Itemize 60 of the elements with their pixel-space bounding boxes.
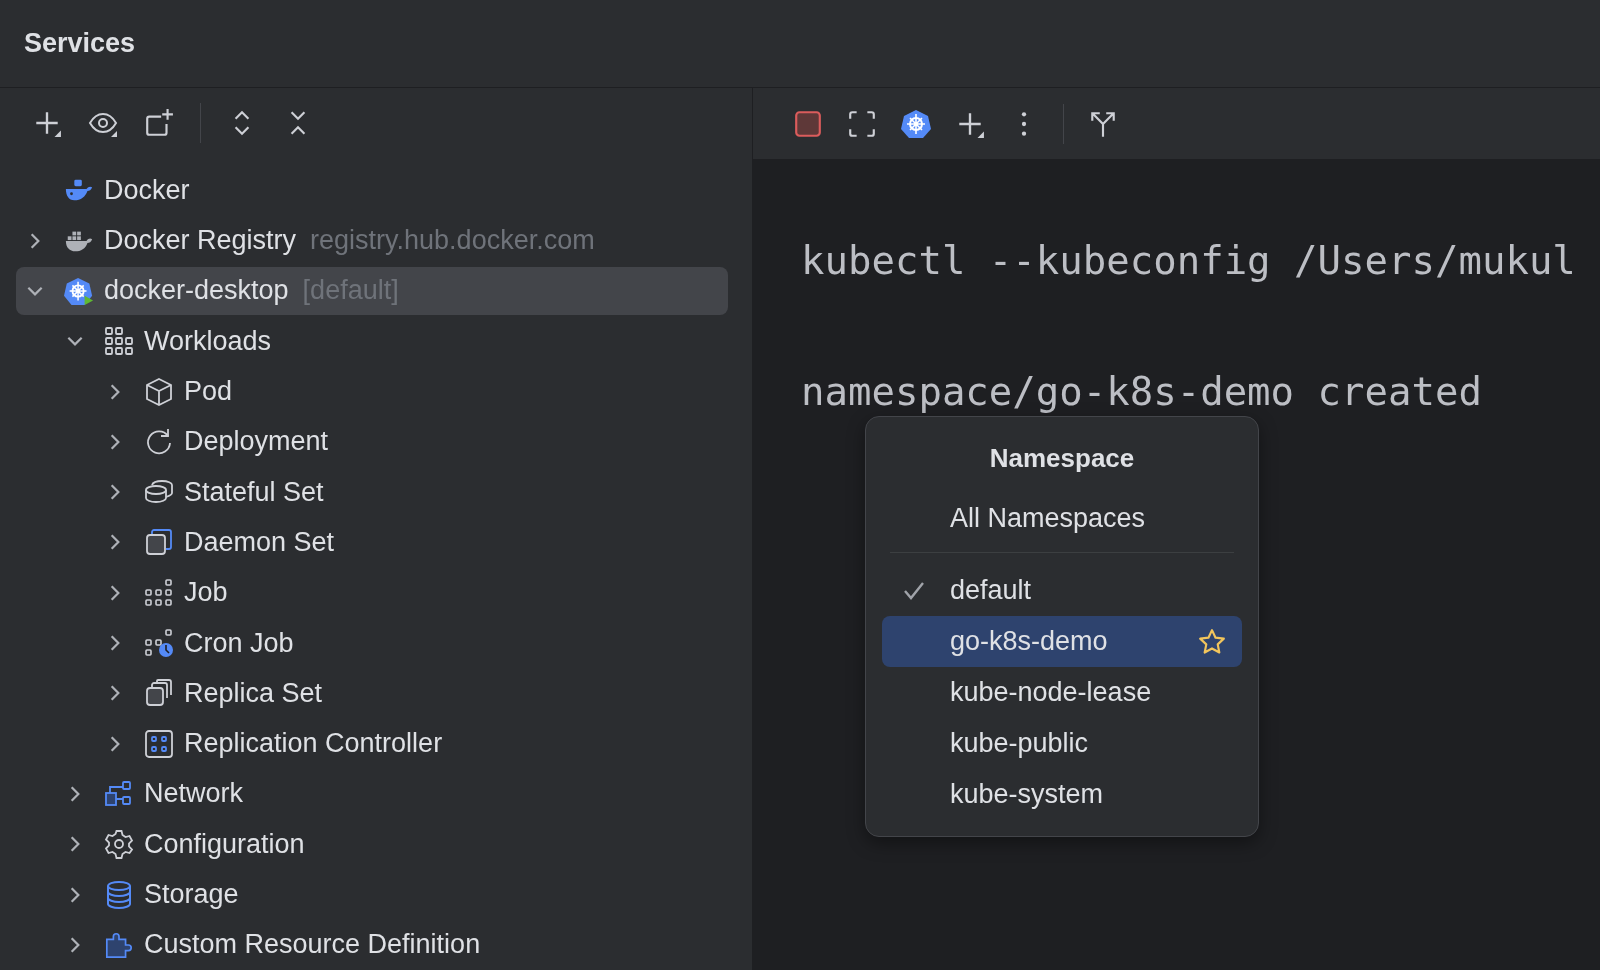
tree-detail: registry.hub.docker.com — [310, 225, 595, 257]
dots-square-icon — [144, 728, 174, 759]
stop-icon[interactable] — [793, 108, 823, 139]
tree-row[interactable]: Pod — [100, 367, 728, 416]
grid-icon — [144, 577, 174, 608]
tree-row[interactable]: Configuration — [60, 820, 728, 869]
tree-row[interactable]: Custom Resource Definition — [60, 920, 728, 969]
stacked-squares-icon — [144, 678, 174, 709]
cube-icon — [144, 376, 174, 407]
tree-label: Cron Job — [184, 627, 294, 659]
tree-row[interactable]: Docker Registry registry.hub.docker.com — [20, 216, 728, 265]
popup-title: Namespace — [988, 442, 1136, 475]
tree-label: Docker — [104, 174, 190, 206]
tree-label: Stateful Set — [184, 476, 324, 508]
helm-wheel-icon[interactable] — [901, 108, 931, 139]
tree-row[interactable]: Job — [100, 568, 728, 617]
network-icon — [104, 778, 134, 809]
tree-row[interactable]: Cron Job — [100, 619, 728, 668]
tree-row[interactable]: Daemon Set — [100, 518, 728, 567]
tree-row[interactable]: Deployment — [100, 417, 728, 466]
menu-item[interactable]: go-k8s-demo — [882, 616, 1242, 667]
tree-row[interactable]: Workloads — [60, 317, 728, 366]
tree-label: Custom Resource Definition — [144, 929, 481, 961]
grid-icon — [104, 326, 134, 357]
tree-label: Configuration — [144, 828, 305, 860]
tree-label: Daemon Set — [184, 526, 335, 558]
new-tab-icon[interactable] — [144, 107, 174, 138]
menu-item[interactable]: kube-public — [882, 718, 1242, 769]
terminal-line: kubectl --kubeconfig /Users/mukul — [801, 238, 1576, 284]
tree-label: Storage — [144, 879, 239, 911]
tree-label: Workloads — [144, 325, 272, 357]
tree-label: Replica Set — [184, 677, 323, 709]
fullscreen-icon[interactable] — [847, 108, 877, 139]
tree-row[interactable]: Replica Set — [100, 669, 728, 718]
tree-label: docker-desktop — [104, 275, 289, 307]
tree-label: Replication Controller — [184, 728, 443, 760]
tree-row[interactable]: Network — [60, 769, 728, 818]
tree-label: Job — [184, 577, 228, 609]
database-icon — [104, 879, 134, 910]
grid-clock-icon — [144, 628, 174, 659]
tree-label: Pod — [184, 376, 233, 408]
star-icon[interactable] — [1198, 627, 1226, 656]
tree-row[interactable]: Stateful Set — [100, 468, 728, 517]
tree-label: Network — [144, 778, 244, 810]
helm-wheel-icon — [64, 276, 94, 306]
stacked-squares-icon — [144, 527, 174, 558]
panel-title: Services — [24, 28, 136, 59]
menu-item[interactable]: All Namespaces — [882, 493, 1242, 544]
tree-row[interactable]: Docker — [20, 166, 728, 215]
refresh-icon — [144, 426, 174, 457]
tree-label: Docker Registry — [104, 225, 297, 257]
tree-label: Deployment — [184, 426, 329, 458]
settings-icon — [104, 829, 134, 860]
terminal-line: namespace/go-k8s-demo created — [801, 369, 1482, 415]
tree-row[interactable]: Storage — [60, 870, 728, 919]
menu-item[interactable]: default — [882, 565, 1242, 616]
chevron-icon[interactable] — [25, 284, 45, 298]
tree-row[interactable]: Replication Controller — [100, 719, 728, 768]
menu-item[interactable]: kube-system — [882, 769, 1242, 820]
menu-item[interactable]: kube-node-lease — [882, 667, 1242, 718]
